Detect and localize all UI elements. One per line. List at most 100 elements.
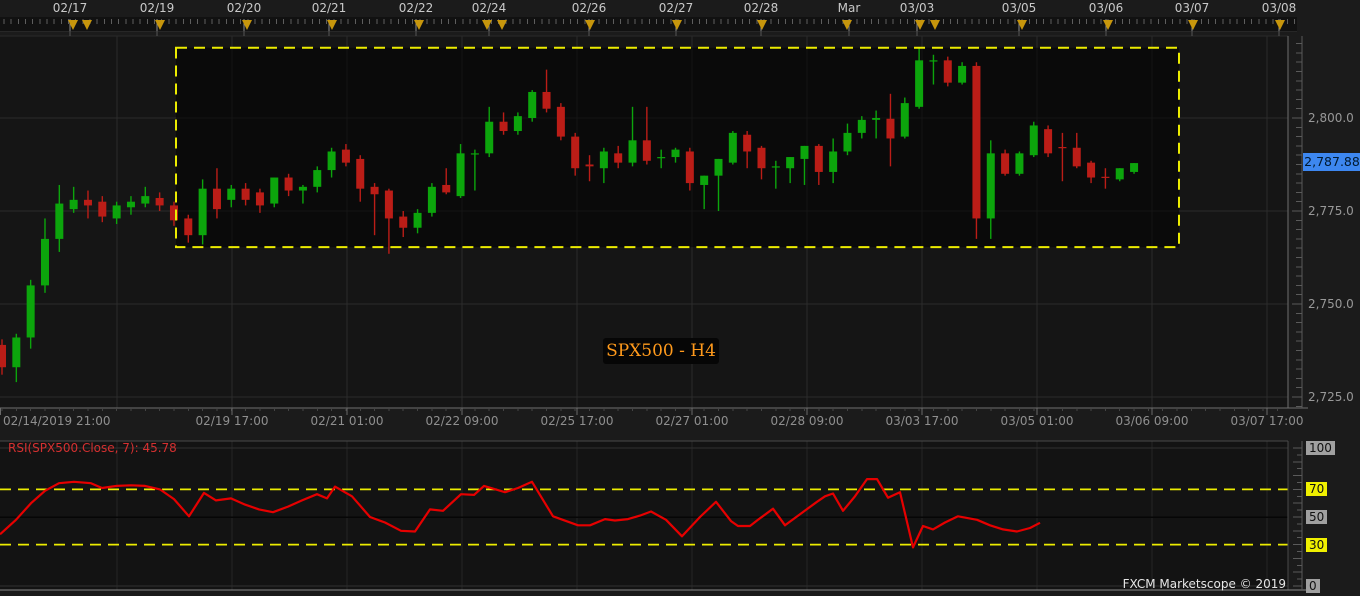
price-axis-label: 2,750.0 [1308,297,1354,311]
candle-down [241,188,250,200]
candle-down [642,140,651,161]
candle-up [141,196,150,204]
rsi-indicator-label: RSI(SPX500.Close, 7): 45.78 [8,441,177,455]
candle-down [556,106,565,137]
rsi-axis-label-70: 70 [1306,482,1328,497]
candle-up [857,119,866,133]
candle-down [83,199,92,206]
candle-up [800,145,809,159]
instrument-timeframe-label: SPX500 - H4 [603,338,719,364]
candle-down [184,218,193,236]
candle-down [814,145,823,172]
candle-down [442,184,451,193]
annotation-box-fill [176,47,1179,248]
candle-up [55,203,64,239]
candle-up [456,153,465,197]
candle-down [886,118,895,139]
candle-up [413,212,422,228]
candle-down [757,147,766,169]
candle-down [743,134,752,152]
bottom-axis-time-label: 03/05 01:00 [1000,414,1074,428]
watermark-label: FXCM Marketscope © 2019 [1122,577,1286,591]
candle-down [571,136,580,169]
candle-down [1058,147,1067,149]
candle-up [700,175,709,185]
candle-up [900,103,909,137]
candle-up [69,199,78,210]
top-axis-date-label: 03/03 [899,1,935,15]
candle-up [628,140,637,163]
candle-up [1029,125,1038,156]
fxcm-marketscope-window: SPX500 - H4 RSI(SPX500.Close, 7): 45.78 … [0,0,1360,596]
candle-down [499,121,508,132]
candle-down [1087,162,1096,178]
bottom-axis-time-label: 02/28 09:00 [770,414,844,428]
candle-down [685,151,694,184]
top-axis-date-label: 03/08 [1261,1,1297,15]
candle-down [356,158,365,189]
bottom-axis-time-label: 02/19 17:00 [195,414,269,428]
top-axis-date-label: 02/27 [658,1,694,15]
candle-up [26,285,35,338]
candle-up [227,188,236,200]
candle-up [958,65,967,83]
candle-up [599,151,608,169]
candle-up [298,186,307,191]
candle-down [155,197,164,206]
top-axis-date-label: Mar [837,1,861,15]
candle-up [313,170,322,187]
bottom-axis-time-label: 02/21 01:00 [310,414,384,428]
bottom-axis-time-label: 03/06 09:00 [1115,414,1189,428]
candle-up [657,157,666,159]
top-axis-date-label: 02/26 [571,1,607,15]
price-axis-label: 2,800.0 [1308,111,1354,125]
top-axis-date-label: 02/22 [398,1,434,15]
candle-down [399,216,408,228]
bottom-axis-time-label: 03/07 17:00 [1230,414,1304,428]
candle-down [212,188,221,210]
top-axis-date-label: 02/17 [52,1,88,15]
candle-up [915,60,924,107]
top-axis-date-label: 03/06 [1088,1,1124,15]
top-axis-date-label: 02/28 [743,1,779,15]
candle-up [728,132,737,163]
bottom-axis-time-label: 02/25 17:00 [540,414,614,428]
candle-up [843,132,852,152]
candle-up [714,158,723,176]
bottom-axis-time-label: 02/14/2019 21:00 [3,414,111,428]
top-axis-date-label: 02/24 [471,1,507,15]
candle-up [872,118,881,120]
rsi-axis-label-100: 100 [1306,441,1335,455]
candle-up [126,201,135,208]
candle-up [929,60,938,62]
top-axis-date-label: 03/05 [1001,1,1037,15]
candle-down [98,201,107,217]
candle-down [341,149,350,163]
candle-down [585,164,594,167]
candle-up [513,116,522,132]
current-price-badge: 2,787.88 [1303,153,1360,171]
candle-up [986,153,995,219]
candle-down [943,60,952,83]
candle-down [1001,153,1010,174]
candle-up [829,151,838,172]
candle-up [327,151,336,171]
candle-down [370,186,379,195]
price-axis-label: 2,775.0 [1308,204,1354,218]
candle-down [384,190,393,219]
candle-up [771,166,780,168]
candle-down [972,65,981,219]
bottom-axis-time-label: 02/27 01:00 [655,414,729,428]
candle-up [470,153,479,155]
bottom-axis-time-label: 02/22 09:00 [425,414,499,428]
candle-up [1115,168,1124,180]
price-axis-label: 2,725.0 [1308,390,1354,404]
chart-canvas[interactable] [0,0,1360,596]
candle-up [270,177,279,204]
candle-up [1130,163,1139,172]
top-axis-date-label: 02/21 [311,1,347,15]
candle-down [1101,176,1110,178]
candle-down [614,153,623,163]
rsi-plot-area[interactable] [0,441,1288,590]
candle-up [112,205,121,219]
